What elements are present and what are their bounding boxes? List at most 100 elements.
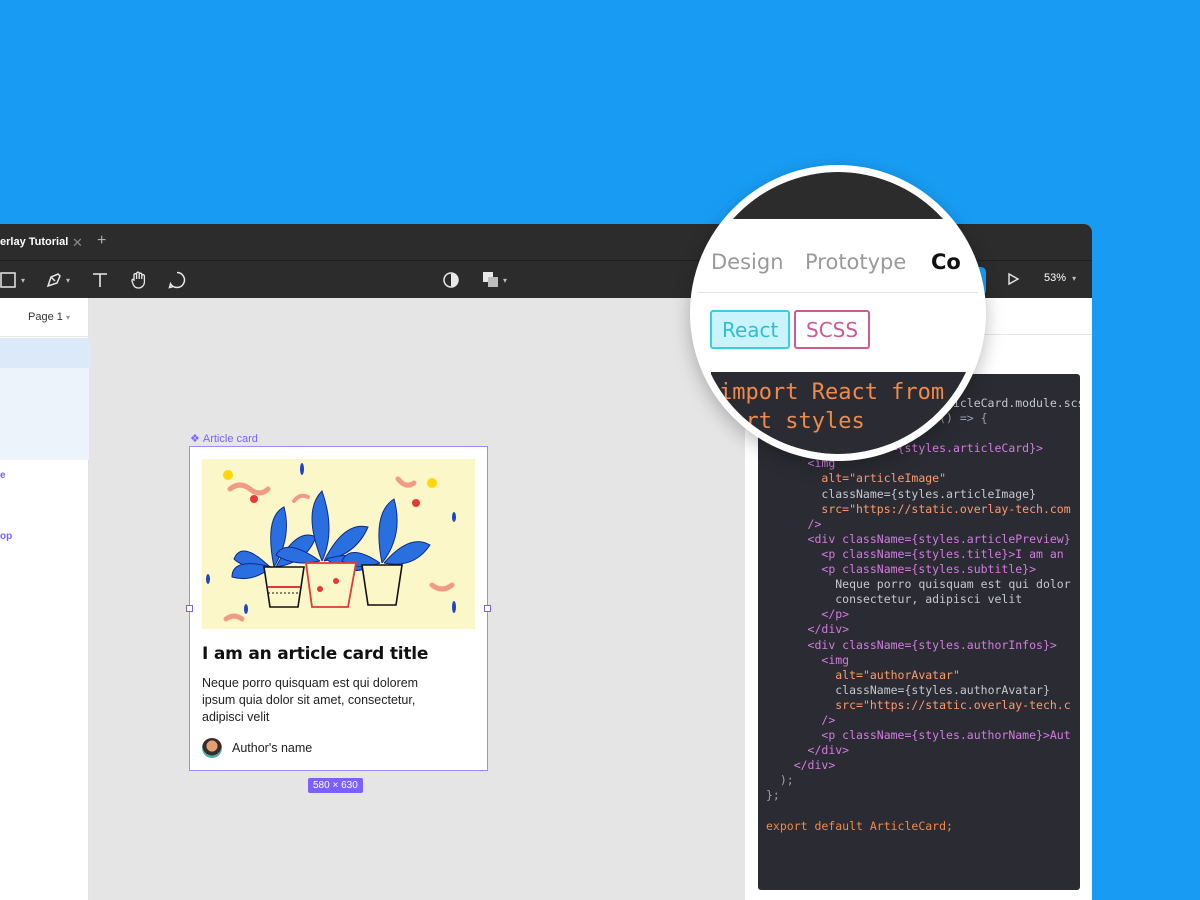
boolean-tool[interactable]: ▾: [482, 269, 507, 291]
tab-prototype[interactable]: Prototype: [805, 250, 906, 274]
code-line: src="https://static.overlay-tech.c: [835, 697, 1071, 712]
resize-handle-left[interactable]: [186, 605, 193, 612]
new-tab-icon[interactable]: +: [97, 232, 106, 250]
layer-label-fragment: e: [0, 470, 6, 481]
code-line: />: [807, 516, 822, 531]
avatar: [202, 738, 222, 758]
code-line: export default ArticleCard;: [766, 818, 953, 833]
author-name: Author's name: [232, 741, 313, 755]
code-line: alt="articleImage": [821, 471, 947, 486]
code-line: <img: [821, 652, 850, 667]
code-line: </p>: [821, 607, 850, 622]
comment-tool[interactable]: [167, 269, 187, 291]
page-name: Page 1: [28, 311, 63, 323]
code-block: icleCard.module.scss () => { ret <div cl…: [766, 396, 1080, 834]
pen-tool[interactable]: ▾: [45, 269, 70, 291]
comment-icon: [168, 271, 186, 289]
article-image: [202, 459, 475, 629]
frame-tool[interactable]: ▾: [0, 269, 25, 291]
article-card-frame[interactable]: I am an article card title Neque porro q…: [186, 446, 491, 771]
code-line: className={styles.articleImage}: [821, 486, 1037, 501]
zoom-level: 53%: [1044, 272, 1067, 284]
contrast-icon: [443, 272, 459, 288]
code-line: />: [821, 712, 836, 727]
divider: [0, 336, 89, 337]
code-line: </div>: [807, 743, 850, 758]
react-chip[interactable]: React: [710, 310, 791, 349]
component-icon: ❖: [190, 433, 200, 445]
magnifier-content: Design Prototype Co React SCSS import Re…: [697, 172, 979, 454]
close-tab-icon[interactable]: ✕: [72, 235, 83, 251]
divider: [697, 292, 979, 293]
rectangle-icon: [0, 272, 16, 288]
pen-icon: [46, 273, 61, 288]
card-subtitle: Neque porro quisquam est qui dolorem ips…: [202, 676, 419, 724]
code-line: <div className={styles.articlePreview}: [807, 531, 1071, 546]
zoom-dropdown[interactable]: 53% ▾: [1044, 272, 1076, 284]
code-line: <p className={styles.title}>I am an: [821, 546, 1064, 561]
code-line: </div>: [793, 758, 836, 773]
scss-chip[interactable]: SCSS: [794, 310, 871, 349]
tab-code[interactable]: Co: [931, 250, 961, 274]
text-icon: [93, 273, 107, 287]
chevron-down-icon: ▾: [65, 313, 70, 322]
code-line: };: [766, 788, 780, 803]
layers-panel: Page 1 ▾ e op: [0, 298, 89, 900]
tab-design[interactable]: Design: [711, 250, 784, 274]
chevron-down-icon: ▾: [66, 275, 71, 285]
code-line: <p className={styles.subtitle}>: [821, 562, 1037, 577]
layer-row-selected[interactable]: [0, 338, 89, 368]
boolean-icon: [483, 272, 498, 287]
chevron-down-icon: ▾: [503, 275, 508, 285]
code-line: alt="authorAvatar": [835, 667, 960, 682]
code-line: <p className={styles.authorName}>Aut: [821, 728, 1071, 743]
dimensions-badge: 580 × 630: [308, 778, 363, 793]
play-icon: [1008, 272, 1020, 286]
hand-tool[interactable]: [129, 269, 149, 291]
text-tool[interactable]: [91, 269, 109, 291]
code-line: </div>: [807, 622, 850, 637]
chevron-down-icon: ▾: [21, 275, 26, 285]
code-line: import React from: [719, 380, 945, 405]
code-zoomed: import React from port styles: [719, 378, 944, 436]
code-line: <div className={styles.authorInfos}>: [807, 637, 1057, 652]
frame-name: Article card: [202, 432, 258, 445]
code-line: className={styles.authorAvatar}: [835, 682, 1050, 697]
frame-label[interactable]: ❖ Article card: [190, 432, 258, 446]
code-line: src="https://static.overlay-tech.com: [821, 501, 1071, 516]
hand-icon: [131, 271, 146, 289]
code-line: );: [779, 773, 794, 788]
present-button[interactable]: [1006, 272, 1020, 291]
card-title: I am an article card title: [202, 644, 429, 664]
code-line: Neque porro quisquam est qui dolor: [835, 577, 1071, 592]
chevron-down-icon: ▾: [1072, 274, 1077, 283]
contrast-tool[interactable]: [442, 269, 460, 291]
page-selector[interactable]: Page 1 ▾: [28, 311, 70, 323]
layer-label-fragment: op: [0, 531, 13, 542]
code-line: port styles: [719, 409, 865, 434]
code-line: consectetur, adipisci velit: [835, 592, 1023, 607]
layer-children-highlight: [0, 368, 89, 460]
resize-handle-right[interactable]: [484, 605, 491, 612]
